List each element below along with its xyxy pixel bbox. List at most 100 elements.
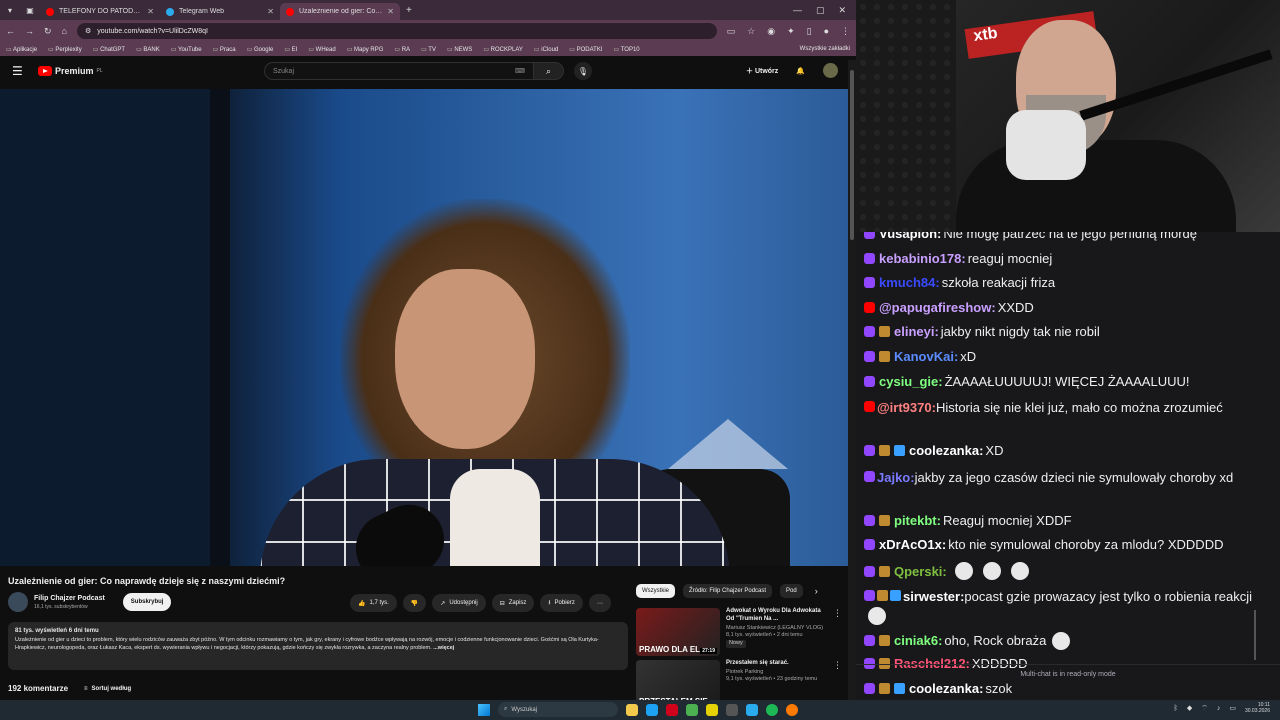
bookmark-item[interactable]: WHead — [308, 46, 336, 53]
close-window-icon[interactable]: ✕ — [838, 5, 846, 16]
bookmark-item[interactable]: Aplikacje — [6, 46, 37, 53]
all-bookmarks[interactable]: Wszystkie zakładki — [800, 46, 850, 52]
sort-comments-button[interactable]: ≡ Sortuj według — [84, 686, 131, 692]
workspace-icon[interactable]: ▣ — [20, 6, 40, 15]
chat-scrollbar[interactable] — [1254, 610, 1256, 660]
create-button[interactable]: ＋ Utwórz — [746, 66, 778, 76]
youtube-logo[interactable]: Premium PL — [38, 66, 103, 76]
bookmark-item[interactable]: BANK — [136, 46, 159, 53]
home-icon[interactable]: ⌂ — [62, 26, 67, 36]
wifi-icon[interactable]: ⌔ — [1201, 704, 1208, 713]
chat-username[interactable]: coolezanka: — [909, 443, 983, 458]
subscribe-button[interactable]: Subskrybuj — [122, 593, 172, 611]
bookmark-item[interactable]: ChatGPT — [93, 46, 125, 53]
description-box[interactable]: 81 tys. wyświetleń 6 dni temu Uzależnien… — [8, 622, 628, 670]
bookmark-item[interactable]: Praca — [213, 46, 236, 53]
channel-name[interactable]: Filip Chajzer Podcast — [34, 595, 105, 602]
chat-username[interactable]: elineyi: — [894, 324, 939, 339]
chat-username[interactable]: kmuch84: — [879, 275, 940, 290]
chat-username[interactable]: Vusapion: — [879, 232, 941, 241]
reload-icon[interactable]: ↻ — [44, 26, 52, 37]
save-button[interactable]: ⊟ Zapisz — [491, 594, 535, 612]
account-avatar[interactable] — [823, 63, 838, 78]
telegram-icon[interactable] — [746, 703, 758, 716]
spotify-icon[interactable] — [766, 703, 778, 716]
notes-icon[interactable] — [706, 703, 718, 716]
chat-username[interactable]: sirwester: — [903, 589, 964, 604]
notifications-bell-icon[interactable]: 🔔 — [796, 67, 805, 75]
page-scrollbar[interactable] — [848, 60, 856, 700]
profile-icon[interactable]: ● — [824, 26, 829, 37]
bookmark-item[interactable]: RA — [394, 46, 410, 53]
more-actions-button[interactable]: ⋯ — [588, 594, 611, 612]
channel-avatar[interactable] — [8, 592, 28, 612]
bookmark-item[interactable]: TOP10 — [614, 46, 640, 53]
bookmark-item[interactable]: Perplexity — [48, 46, 81, 53]
bookmark-item[interactable]: Mapy RPG — [347, 46, 383, 53]
scrollbar-thumb[interactable] — [850, 70, 854, 240]
browser-menu-icon[interactable]: ⋮ — [841, 26, 850, 37]
edge-icon[interactable] — [646, 703, 658, 716]
filter-chip[interactable]: Wszystkie — [636, 584, 675, 598]
bookmark-item[interactable]: ROCKPLAY — [483, 46, 523, 53]
chips-next-icon[interactable]: › — [815, 586, 818, 596]
bookmark-item[interactable]: Google — [247, 46, 273, 53]
puzzle-icon[interactable]: ✦ — [787, 26, 795, 37]
related-channel[interactable]: Piotrek Parking — [726, 669, 827, 677]
site-info-icon[interactable]: ⚙ — [85, 27, 91, 35]
share-button[interactable]: ↗ Udostępnij — [432, 594, 486, 612]
battery-icon[interactable]: ▭ — [1229, 704, 1236, 712]
bookmark-item[interactable]: NEWS — [447, 46, 472, 53]
video-player[interactable] — [0, 89, 848, 566]
filter-chip[interactable]: Źródło: Filip Chajzer Podcast — [683, 584, 773, 598]
bookmark-star-icon[interactable]: ☆ — [747, 26, 755, 37]
filter-chip[interactable]: Pod — [780, 584, 803, 598]
chat-username[interactable]: Qperski: — [894, 564, 947, 579]
close-tab-icon[interactable]: ✕ — [147, 7, 154, 16]
browser-taskbar-icon[interactable] — [786, 703, 798, 716]
chat-username[interactable]: KanovKai: — [894, 349, 958, 364]
sidepanel-icon[interactable]: ▯ — [807, 26, 812, 37]
chat-username[interactable]: kebabinio178: — [879, 251, 966, 266]
related-title[interactable]: Adwokat o Wyroku Dla Adwokata Od "Trumie… — [726, 608, 827, 624]
url-field[interactable]: ⚙ youtube.com/watch?v=UlilDcZW8qI — [76, 23, 717, 39]
minimize-icon[interactable]: — — [793, 5, 802, 16]
forward-icon[interactable]: → — [25, 26, 34, 36]
tab-search-icon[interactable]: ▾ — [0, 6, 20, 15]
related-video[interactable]: PRAWO DLA EL 27:19 Adwokat o Wyroku Dla … — [636, 608, 842, 656]
dislike-button[interactable]: 👎 — [402, 594, 427, 612]
description-more-link[interactable]: ...więcej — [433, 645, 454, 651]
opera-icon[interactable] — [666, 703, 678, 716]
cast-icon[interactable]: ▭ — [727, 26, 736, 37]
related-channel[interactable]: Mariusz Stankiewicz (LEGALNY VLOG) — [726, 625, 827, 633]
chat-username[interactable]: Jajko: — [877, 470, 915, 485]
bookmark-item[interactable]: YouTube — [171, 46, 202, 53]
browser-tab[interactable]: Uzależnienie od gier: Co naprawd ✕ — [280, 3, 400, 20]
close-tab-icon[interactable]: ✕ — [267, 7, 274, 16]
chat-username[interactable]: xDrAcO1x: — [879, 537, 946, 552]
keyboard-icon[interactable]: ⌨ — [515, 67, 525, 75]
bookmark-item[interactable]: TV — [421, 46, 436, 53]
system-clock[interactable]: 10:11 30.03.2026 — [1245, 702, 1270, 714]
download-button[interactable]: ⭳ Pobierz — [540, 594, 583, 612]
chat-username[interactable]: cysiu_gie: — [879, 374, 943, 389]
new-tab-button[interactable]: + — [406, 5, 412, 16]
maximize-icon[interactable]: ▢ — [816, 5, 825, 16]
like-button[interactable]: 👍 1,7 tys. — [350, 594, 397, 612]
tray-app-icon[interactable]: ◆ — [1187, 704, 1192, 712]
chat-username[interactable]: @papugafireshow: — [879, 300, 996, 315]
related-menu-icon[interactable]: ⋮ — [833, 608, 842, 656]
search-button[interactable]: ⌕ — [534, 62, 564, 80]
bluetooth-icon[interactable]: ᛒ — [1174, 705, 1178, 712]
hamburger-menu-icon[interactable]: ☰ — [12, 64, 32, 78]
chat-username[interactable]: pitekbt: — [894, 513, 941, 528]
related-thumbnail[interactable]: PRAWO DLA EL 27:19 — [636, 608, 720, 656]
windows-start-icon[interactable] — [478, 703, 490, 716]
chat-username[interactable]: ciniak6: — [894, 633, 942, 648]
taskbar-search[interactable]: ⌕ Wyszukaj — [498, 702, 618, 717]
extension-icon[interactable]: ◉ — [767, 26, 775, 37]
browser-tab[interactable]: Telegram Web ✕ — [160, 3, 280, 20]
volume-icon[interactable]: ♪ — [1217, 705, 1221, 712]
search-input[interactable]: Szukaj ⌨ — [264, 62, 534, 80]
chat-username[interactable]: @irt9370: — [877, 400, 936, 415]
